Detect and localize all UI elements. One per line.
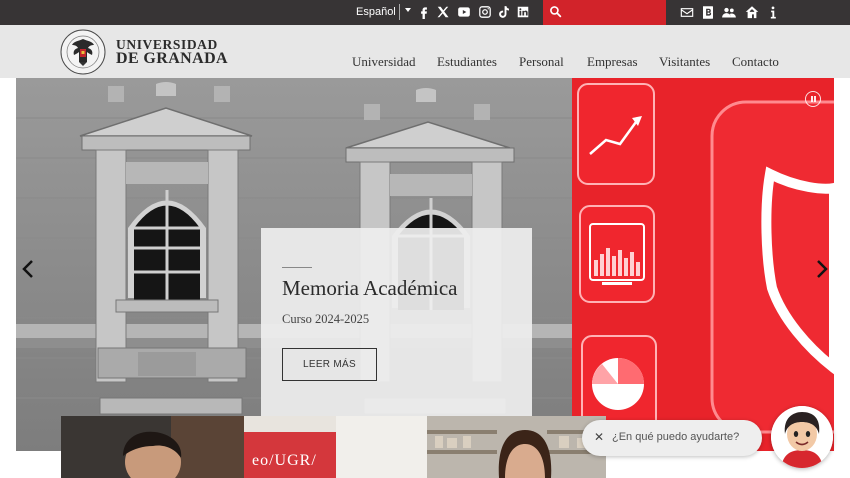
close-icon[interactable]: ✕ — [592, 430, 606, 444]
nav-estudiantes[interactable]: Estudiantes — [437, 54, 497, 70]
youtube-icon[interactable] — [457, 5, 471, 19]
sign-text: eo/UGR/ — [252, 452, 317, 469]
brand-line-2[interactable]: DE GRANADA — [116, 50, 228, 68]
chat-prompt-text[interactable]: ¿En qué puedo ayudarte? — [612, 431, 739, 443]
nav-universidad[interactable]: Universidad — [352, 54, 416, 70]
pause-icon[interactable] — [805, 91, 821, 107]
carousel-next-button[interactable] — [815, 259, 829, 279]
instagram-icon[interactable] — [478, 5, 492, 19]
news-thumbnails: eo/UGR/ — [61, 416, 606, 478]
nav-visitantes[interactable]: Visitantes — [659, 54, 710, 70]
site-header: UNIVERSIDAD DE GRANADA Universidad Estud… — [0, 25, 850, 78]
hero-title: Memoria Académica — [282, 276, 458, 300]
chat-assistant-avatar[interactable] — [771, 406, 833, 468]
nav-empresas[interactable]: Empresas — [587, 54, 638, 70]
home-access-icon[interactable] — [744, 5, 760, 20]
hero-caption-card: Memoria Académica Curso 2024-2025 LEER M… — [261, 228, 532, 416]
news-thumbnail[interactable] — [427, 416, 606, 478]
chevron-down-icon[interactable] — [405, 8, 411, 12]
chevron-left-icon[interactable] — [21, 259, 35, 279]
people-icon[interactable] — [721, 5, 737, 20]
red-graphic-panel — [572, 78, 834, 451]
nav-personal[interactable]: Personal — [519, 54, 564, 70]
chat-prompt-bubble[interactable]: ✕ ¿En qué puedo ayudarte? — [582, 420, 762, 456]
top-utility-bar: Español — [0, 0, 850, 25]
read-more-button[interactable]: LEER MÁS — [282, 348, 377, 381]
news-thumbnail[interactable] — [61, 416, 244, 478]
info-icon[interactable] — [765, 5, 781, 20]
search-box[interactable] — [543, 0, 666, 25]
directory-icon[interactable] — [700, 5, 716, 20]
divider — [399, 4, 400, 20]
language-selector[interactable]: Español — [356, 6, 396, 18]
news-thumbnail[interactable]: eo/UGR/ — [244, 416, 427, 478]
divider — [282, 267, 312, 268]
assistant-avatar-icon — [771, 406, 833, 468]
hero-carousel: Memoria Académica Curso 2024-2025 LEER M… — [16, 78, 834, 451]
facebook-icon[interactable] — [417, 5, 431, 19]
search-icon[interactable] — [549, 5, 562, 18]
chevron-right-icon[interactable] — [815, 259, 829, 279]
carousel-prev-button[interactable] — [21, 259, 35, 279]
mail-icon[interactable] — [679, 5, 695, 20]
university-seal-logo[interactable] — [60, 29, 106, 75]
lab-photo — [427, 416, 606, 478]
nav-contacto[interactable]: Contacto — [732, 54, 779, 70]
x-icon[interactable] — [436, 5, 450, 19]
student-photo — [61, 416, 244, 478]
hero-subtitle: Curso 2024-2025 — [282, 312, 370, 326]
tiktok-icon[interactable] — [497, 5, 511, 19]
linkedin-icon[interactable] — [516, 5, 530, 19]
search-input[interactable] — [567, 3, 662, 22]
